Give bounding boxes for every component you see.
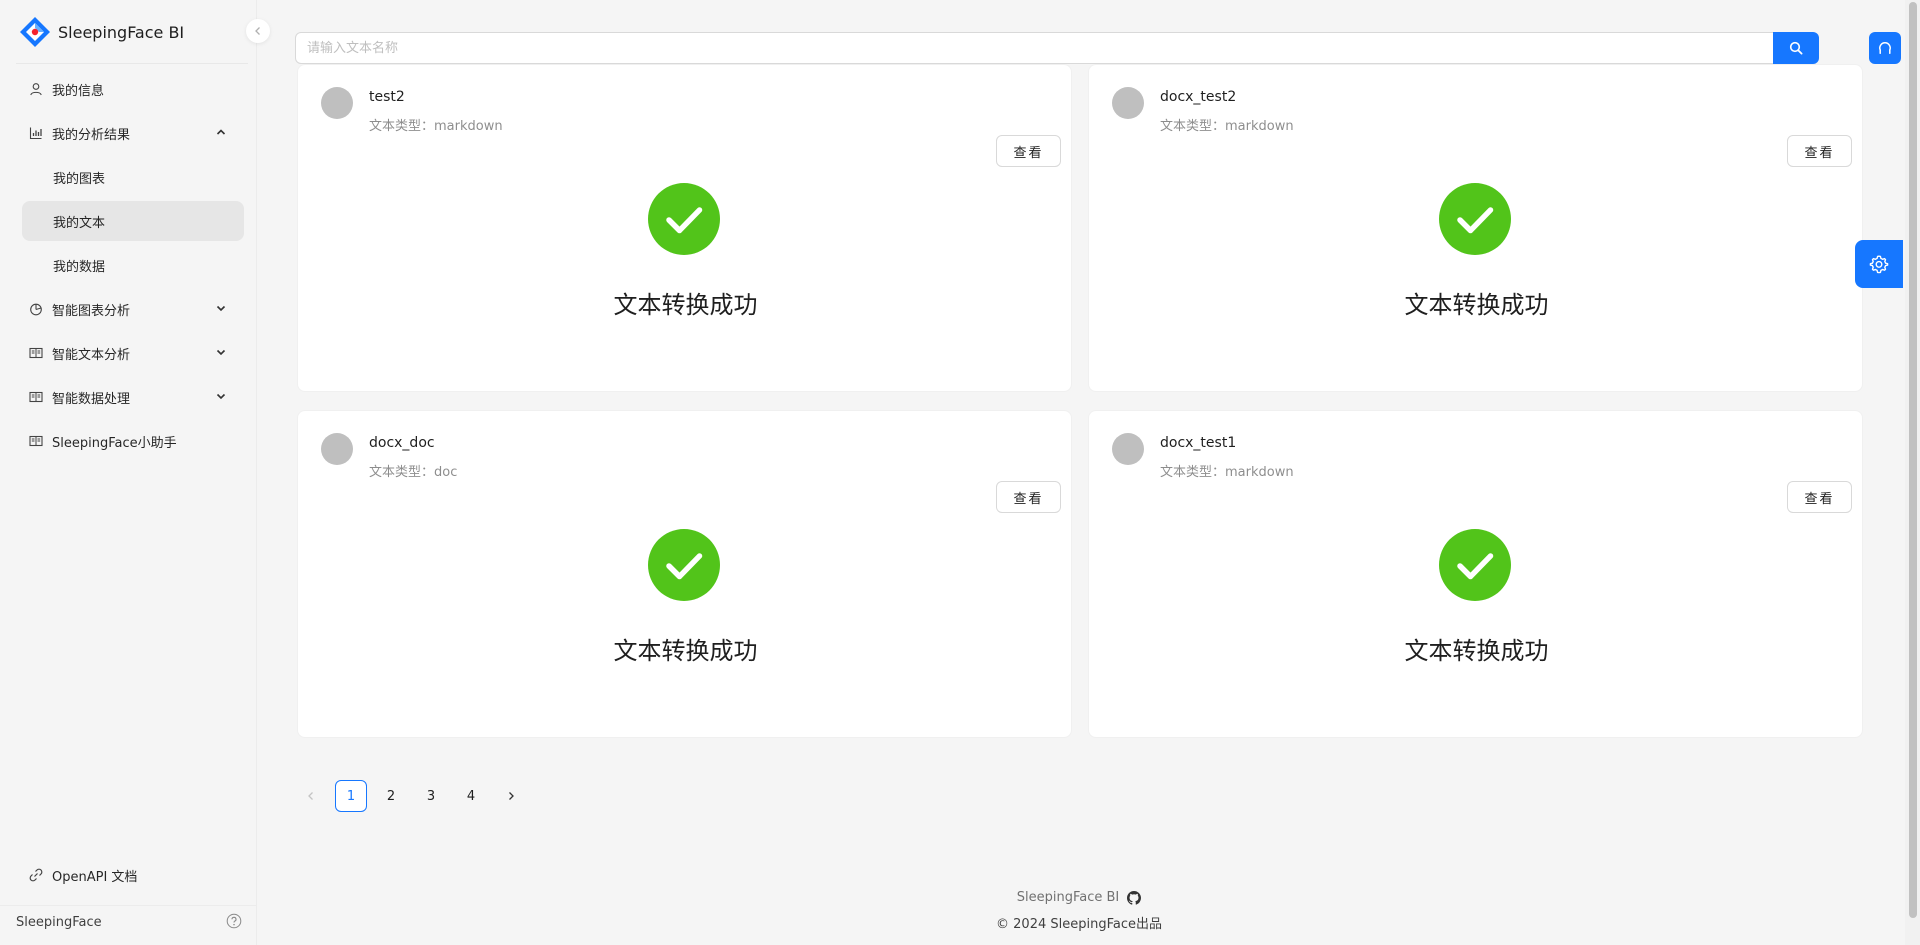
book-icon (28, 389, 44, 405)
search-input[interactable] (295, 32, 1773, 64)
sidebar-item-label: 我的文本 (53, 215, 106, 231)
openapi-docs-link[interactable]: OpenAPI 文档 (28, 862, 137, 888)
card-description: 文本类型：markdown (369, 119, 503, 134)
reload-icon (1879, 42, 1891, 54)
card-title: docx_test2 (1160, 89, 1237, 105)
view-button[interactable]: 查看 (1787, 135, 1852, 167)
check-circle-icon (1439, 529, 1511, 601)
sidebar-item-text-analysis[interactable]: 智能文本分析 (22, 333, 244, 373)
prev-page-button[interactable] (295, 780, 327, 812)
chevron-left-icon (308, 792, 313, 800)
sidebar-item-my-results[interactable]: 我的分析结果 (22, 113, 244, 153)
check-circle-icon (648, 183, 720, 255)
sidebar-footer-divider (0, 905, 256, 906)
sidebar-user-name: SleepingFace (16, 915, 102, 930)
sidebar-item-my-info[interactable]: 我的信息 (22, 69, 244, 109)
view-button[interactable]: 查看 (1787, 481, 1852, 513)
chevron-down-icon (216, 393, 226, 400)
result-text: 文本转换成功 (613, 291, 758, 319)
chevron-down-icon (216, 305, 226, 312)
search-icon (1789, 41, 1803, 55)
copyright-icon: © (996, 917, 1010, 932)
next-page-button[interactable] (495, 780, 527, 812)
sidebar-item-label: 我的图表 (53, 171, 106, 187)
footer-brand-line: SleepingFace BI (258, 890, 1900, 905)
text-card: docx_test2 文本类型：markdown 查看 文本转换成功 (1088, 64, 1863, 392)
pie-chart-icon (28, 301, 44, 317)
card-description: 文本类型：doc (369, 465, 458, 480)
sidebar-item-assistant[interactable]: SleepingFace小助手 (22, 421, 244, 461)
page-2-button[interactable]: 2 (375, 780, 407, 812)
openapi-docs-label: OpenAPI 文档 (52, 869, 138, 885)
sidebar-item-label: 智能文本分析 (52, 347, 131, 363)
card-description: 文本类型：markdown (1160, 119, 1294, 134)
sidebar-item-label: 我的信息 (52, 83, 105, 99)
sidebar-item-label: 我的数据 (53, 259, 106, 275)
gear-icon (1869, 255, 1889, 274)
result-text: 文本转换成功 (1404, 637, 1549, 665)
bar-chart-icon (28, 125, 44, 141)
card-description: 文本类型：markdown (1160, 465, 1294, 480)
sidebar-item-label: 智能数据处理 (52, 391, 131, 407)
view-button[interactable]: 查看 (996, 135, 1061, 167)
brand-divider (16, 63, 248, 64)
sidebar-menu: 我的信息 我的分析结果 我的图表 我的文本 我的数据 智能图表分析 智能文本分析… (22, 69, 244, 465)
check-circle-icon (1439, 183, 1511, 255)
page-1-button[interactable]: 1 (335, 780, 367, 812)
view-button[interactable]: 查看 (996, 481, 1061, 513)
link-icon (28, 867, 44, 883)
text-card: docx_test1 文本类型：markdown 查看 文本转换成功 (1088, 410, 1863, 738)
chevron-up-icon (216, 129, 226, 135)
avatar (321, 433, 353, 465)
sidebar: SleepingFace BI 我的信息 我的分析结果 我的图表 我的文本 我的… (0, 0, 270, 945)
main-content: test2 文本类型：markdown 查看 文本转换成功 docx_test2… (258, 0, 1901, 945)
scrollbar-thumb[interactable] (1909, 2, 1917, 918)
book-icon (28, 433, 44, 449)
footer-brand: SleepingFace BI (1016, 890, 1120, 905)
reload-button[interactable] (1869, 32, 1901, 64)
text-card: test2 文本类型：markdown 查看 文本转换成功 (297, 64, 1072, 392)
card-title: test2 (369, 89, 405, 105)
sidebar-item-label: 我的分析结果 (52, 127, 131, 143)
card-title: docx_doc (369, 435, 435, 451)
chevron-right-icon (509, 792, 514, 800)
book-icon (28, 345, 44, 361)
sidebar-item-my-charts[interactable]: 我的图表 (22, 157, 244, 197)
sidebar-item-label: 智能图表分析 (52, 303, 131, 319)
question-circle-icon[interactable] (226, 913, 242, 929)
sidebar-item-label: SleepingFace小助手 (52, 435, 177, 451)
github-icon[interactable] (1127, 890, 1142, 905)
footer-copyright: 2024 SleepingFace出品 (1013, 917, 1162, 932)
sidebar-item-my-texts[interactable]: 我的文本 (22, 201, 244, 241)
page-3-button[interactable]: 3 (415, 780, 447, 812)
sidebar-item-my-data[interactable]: 我的数据 (22, 245, 244, 285)
brand-name: SleepingFace BI (58, 22, 185, 42)
page-footer: SleepingFace BI © 2024 SleepingFace出品 (258, 890, 1900, 932)
search-bar (295, 32, 1819, 64)
text-card: docx_doc 文本类型：doc 查看 文本转换成功 (297, 410, 1072, 738)
page-scrollbar[interactable] (1905, 0, 1920, 945)
logo-icon (20, 17, 50, 47)
result-text: 文本转换成功 (613, 637, 758, 665)
pagination: 1 2 3 4 (295, 780, 535, 812)
avatar (1112, 433, 1144, 465)
sidebar-item-data-processing[interactable]: 智能数据处理 (22, 377, 244, 417)
page-4-button[interactable]: 4 (455, 780, 487, 812)
sidebar-item-chart-analysis[interactable]: 智能图表分析 (22, 289, 244, 329)
card-title: docx_test1 (1160, 435, 1237, 451)
chevron-down-icon (216, 349, 226, 356)
user-icon (28, 81, 44, 97)
result-text: 文本转换成功 (1404, 291, 1549, 319)
avatar (1112, 87, 1144, 119)
avatar (321, 87, 353, 119)
settings-button[interactable] (1855, 240, 1903, 288)
brand[interactable]: SleepingFace BI (18, 14, 184, 50)
app-root: SleepingFace BI 我的信息 我的分析结果 我的图表 我的文本 我的… (0, 0, 1920, 945)
check-circle-icon (648, 529, 720, 601)
footer-copyright-line: © 2024 SleepingFace出品 (258, 913, 1900, 932)
search-button[interactable] (1773, 32, 1819, 64)
